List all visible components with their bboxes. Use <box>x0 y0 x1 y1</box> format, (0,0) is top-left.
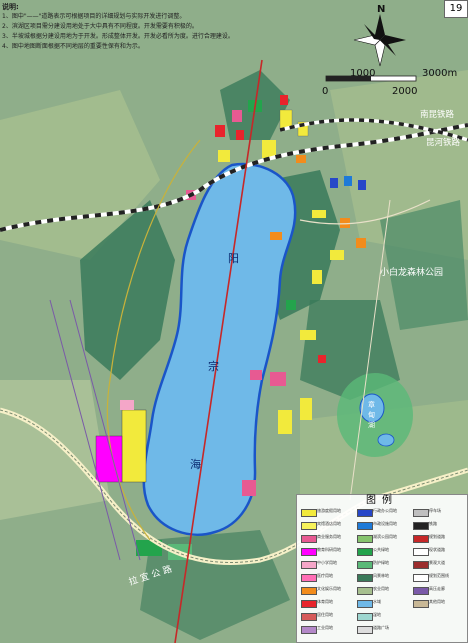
legend-swatch <box>357 600 373 608</box>
legend-label: 景观大道 <box>429 560 445 565</box>
legend-label: 铁路 <box>429 521 437 526</box>
legend-swatch <box>301 626 317 634</box>
legend-label: 湿地 <box>373 612 381 617</box>
legend-swatch <box>301 600 317 608</box>
legend-label: 体育用地 <box>317 599 333 604</box>
legend-swatch <box>301 535 317 543</box>
legend-swatch <box>413 548 429 556</box>
legend-label: 行政办公用地 <box>373 508 397 513</box>
legend-label: 旅游度假用地 <box>317 508 341 513</box>
legend-label: 教育科研用地 <box>317 547 341 552</box>
legend-swatch <box>357 626 373 634</box>
legend-label: 规划道路 <box>429 534 445 539</box>
legend-label: 现状道路 <box>429 547 445 552</box>
legend-label: 规划范围线 <box>429 573 449 578</box>
magenta-parcel <box>95 435 123 483</box>
legend-swatch <box>357 587 373 595</box>
lake-label-zong: 宗 <box>208 359 219 373</box>
legend-label: 医疗用地 <box>317 573 333 578</box>
legend-label: 湖滨公园用地 <box>373 534 397 539</box>
zhangdian-label-2: 甸 <box>368 410 375 419</box>
legend-swatch <box>301 574 317 582</box>
legend-label: 农业用地 <box>373 586 389 591</box>
legend-swatch <box>357 509 373 517</box>
legend-label: 其他用地 <box>429 599 445 604</box>
legend-swatch <box>301 561 317 569</box>
legend-swatch <box>413 600 429 608</box>
scale-label-3000: 3000m <box>422 68 457 79</box>
legend-label: 道路广场 <box>373 625 389 630</box>
legend-swatch <box>413 561 429 569</box>
zhangdian-label-1: 章 <box>368 400 375 409</box>
legend-label: 停车场 <box>429 508 441 513</box>
legend-swatch <box>301 548 317 556</box>
note-line-4: 4、图中地图断面根据不同地层的重要性保有和为示。 <box>2 43 144 50</box>
scale-label-1000: 1000 <box>350 68 375 79</box>
park-label: 小白龙森林公园 <box>380 266 443 278</box>
map-legend: 图例 旅游度假用地 宾馆酒店用地 商业服务用地 教育科研用地 中小学用地医疗用地文化娱乐… <box>296 494 468 643</box>
legend-swatch <box>413 587 429 595</box>
sheet-number: 19 <box>444 0 468 18</box>
legend-swatch <box>357 548 373 556</box>
note-line-2: 2、滨湖区项目需分建设用地处于大中具有不同程度。开发需要有积极的。 <box>2 23 198 30</box>
legend-label: 公共绿地 <box>373 547 389 552</box>
legend-swatch <box>301 522 317 530</box>
zhangdian-label-3: 湖 <box>368 420 375 429</box>
legend-label: 高压走廊 <box>429 586 445 591</box>
legend-label: 防护绿地 <box>373 560 389 565</box>
legend-swatch <box>301 509 317 517</box>
lake-label-yang: 阳 <box>228 252 239 265</box>
legend-title: 图例 <box>366 495 398 506</box>
legend-swatch <box>357 574 373 582</box>
north-label: N <box>377 4 385 15</box>
legend-label: 居住用地 <box>317 612 333 617</box>
note-line-1: 1、图中"——"道路表示可根据项目的详细规划与实际开发进行调整。 <box>2 13 186 20</box>
legend-swatch <box>357 535 373 543</box>
legend-swatch <box>357 613 373 621</box>
scale-label-0: 0 <box>322 86 328 97</box>
map-notes: 说明: 1、图中"——"道路表示可根据项目的详细规划与实际开发进行调整。 2、滨… <box>2 2 332 52</box>
lake-label-hai: 海 <box>190 457 201 471</box>
legend-swatch <box>413 574 429 582</box>
legend-swatch <box>301 587 317 595</box>
legend-swatch <box>357 522 373 530</box>
legend-swatch <box>301 613 317 621</box>
legend-label: 文化娱乐用地 <box>317 586 341 591</box>
legend-swatch <box>413 522 429 530</box>
legend-label: 商业服务用地 <box>317 534 341 539</box>
legend-swatch <box>413 535 429 543</box>
legend-label: 工业用地 <box>317 625 333 630</box>
scale-label-2000: 2000 <box>392 86 417 97</box>
zhangdian-lake-area <box>337 373 413 457</box>
note-line-3: 3、半坡城根据分建设用地为于开发。形成整体开发。开发必看所为度。进行合理建设。 <box>2 33 234 40</box>
railway-label-nankun: 南昆铁路 <box>420 109 455 120</box>
legend-label: 中小学用地 <box>317 560 337 565</box>
legend-label: 水域 <box>373 599 381 604</box>
legend-swatch <box>357 561 373 569</box>
legend-swatch <box>413 509 429 517</box>
legend-label: 风景林地 <box>373 573 389 578</box>
legend-label: 市政设施用地 <box>373 521 397 526</box>
railway-label-kunhe: 昆河铁路 <box>426 137 461 148</box>
notes-title: 说明: <box>2 3 19 11</box>
legend-label: 宾馆酒店用地 <box>317 521 341 526</box>
